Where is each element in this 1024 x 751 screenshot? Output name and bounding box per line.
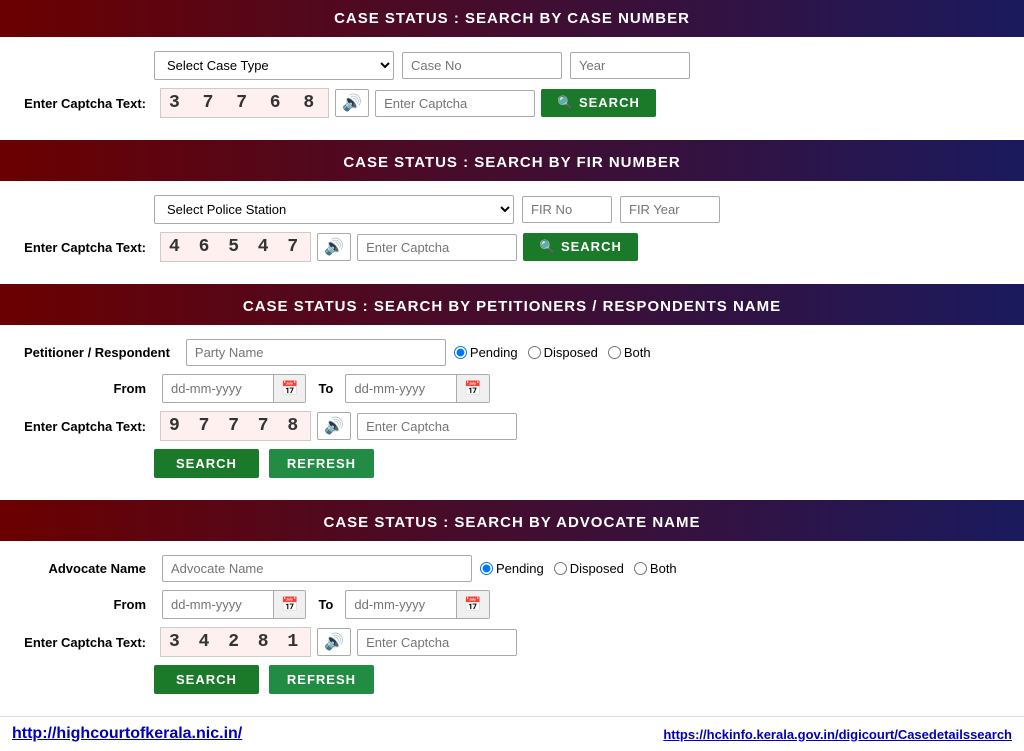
status-radio-group-3: Pending Disposed Both: [454, 345, 651, 360]
captcha-input-4[interactable]: [357, 629, 517, 656]
fir-year-input[interactable]: [620, 196, 720, 223]
section2-title: CASE STATUS : SEARCH BY FIR NUMBER: [343, 154, 680, 171]
from-label-4: From: [24, 597, 154, 612]
radio-input-pending-3[interactable]: [454, 346, 467, 359]
to-date-icon-4[interactable]: 📅: [456, 591, 488, 618]
radio-input-pending-4[interactable]: [480, 562, 493, 575]
from-date-input-3[interactable]: [163, 376, 273, 401]
refresh-button-3[interactable]: REFRESH: [269, 449, 374, 478]
captcha-input-3[interactable]: [357, 413, 517, 440]
radio-disposed-3[interactable]: Disposed: [528, 345, 598, 360]
section3-body: Petitioner / Respondent Pending Disposed…: [0, 325, 1024, 500]
radio-pending-4[interactable]: Pending: [480, 561, 544, 576]
advocate-label: Advocate Name: [24, 561, 154, 576]
section4-header: CASE STATUS : SEARCH BY ADVOCATE NAME: [0, 504, 1024, 541]
search-icon-1: 🔍: [557, 95, 579, 110]
captcha-image-2: 4 6 5 4 7: [160, 232, 311, 262]
to-date-icon-3[interactable]: 📅: [456, 375, 488, 402]
radio-input-disposed-4[interactable]: [554, 562, 567, 575]
sound-button-4[interactable]: 🔊: [317, 628, 351, 656]
radio-both-3[interactable]: Both: [608, 345, 651, 360]
section3-header: CASE STATUS : SEARCH BY PETITIONERS / RE…: [0, 288, 1024, 325]
fir-no-input[interactable]: [522, 196, 612, 223]
radio-pending-3[interactable]: Pending: [454, 345, 518, 360]
section4-title: CASE STATUS : SEARCH BY ADVOCATE NAME: [323, 514, 700, 531]
captcha-label-3: Enter Captcha Text:: [24, 419, 154, 434]
to-label-3: To: [314, 381, 337, 396]
radio-disposed-4[interactable]: Disposed: [554, 561, 624, 576]
radio-both-4[interactable]: Both: [634, 561, 677, 576]
from-date-3: 📅: [162, 374, 306, 403]
from-date-icon-4[interactable]: 📅: [273, 591, 305, 618]
police-station-select[interactable]: Select Police Station: [154, 195, 514, 224]
search-icon-2: 🔍: [539, 239, 561, 254]
captcha-label-2: Enter Captcha Text:: [24, 240, 154, 255]
search-button-1[interactable]: 🔍 SEARCH: [541, 89, 656, 117]
to-date-3: 📅: [345, 374, 489, 403]
search-button-2[interactable]: 🔍 SEARCH: [523, 233, 638, 261]
section2-body: Select Police Station Enter Captcha Text…: [0, 181, 1024, 284]
section3-title: CASE STATUS : SEARCH BY PETITIONERS / RE…: [243, 298, 781, 315]
captcha-image-4: 3 4 2 8 1: [160, 627, 311, 657]
from-date-input-4[interactable]: [163, 592, 273, 617]
to-date-input-4[interactable]: [346, 592, 456, 617]
status-radio-group-4: Pending Disposed Both: [480, 561, 677, 576]
right-footer-link[interactable]: https://hckinfo.kerala.gov.in/digicourt/…: [663, 727, 1012, 742]
case-no-input[interactable]: [402, 52, 562, 79]
search-button-3[interactable]: SEARCH: [154, 449, 259, 478]
refresh-button-4[interactable]: REFRESH: [269, 665, 374, 694]
section2-header: CASE STATUS : SEARCH BY FIR NUMBER: [0, 144, 1024, 181]
section1-body: Select Case Type Enter Captcha Text: 3 7…: [0, 37, 1024, 140]
radio-input-disposed-3[interactable]: [528, 346, 541, 359]
year-input[interactable]: [570, 52, 690, 79]
sound-button-3[interactable]: 🔊: [317, 412, 351, 440]
captcha-image-1: 3 7 7 6 8: [160, 88, 329, 118]
radio-input-both-3[interactable]: [608, 346, 621, 359]
section4-body: Advocate Name Pending Disposed Both From…: [0, 541, 1024, 716]
left-footer-link[interactable]: http://highcourtofkerala.nic.in/: [12, 725, 242, 743]
bottom-bar: http://highcourtofkerala.nic.in/ https:/…: [0, 716, 1024, 751]
from-date-4: 📅: [162, 590, 306, 619]
section1-title: CASE STATUS : SEARCH BY CASE NUMBER: [334, 10, 690, 27]
search-button-4[interactable]: SEARCH: [154, 665, 259, 694]
petitioner-label: Petitioner / Respondent: [24, 345, 178, 360]
section1-header: CASE STATUS : SEARCH BY CASE NUMBER: [0, 0, 1024, 37]
case-type-select[interactable]: Select Case Type: [154, 51, 394, 80]
party-name-input[interactable]: [186, 339, 446, 366]
sound-button-1[interactable]: 🔊: [335, 89, 369, 117]
captcha-input-1[interactable]: [375, 90, 535, 117]
from-label-3: From: [24, 381, 154, 396]
captcha-input-2[interactable]: [357, 234, 517, 261]
to-label-4: To: [314, 597, 337, 612]
to-date-input-3[interactable]: [346, 376, 456, 401]
captcha-label-1: Enter Captcha Text:: [24, 96, 154, 111]
sound-button-2[interactable]: 🔊: [317, 233, 351, 261]
to-date-4: 📅: [345, 590, 489, 619]
radio-input-both-4[interactable]: [634, 562, 647, 575]
from-date-icon-3[interactable]: 📅: [273, 375, 305, 402]
advocate-name-input[interactable]: [162, 555, 472, 582]
captcha-image-3: 9 7 7 7 8: [160, 411, 311, 441]
captcha-label-4: Enter Captcha Text:: [24, 635, 154, 650]
